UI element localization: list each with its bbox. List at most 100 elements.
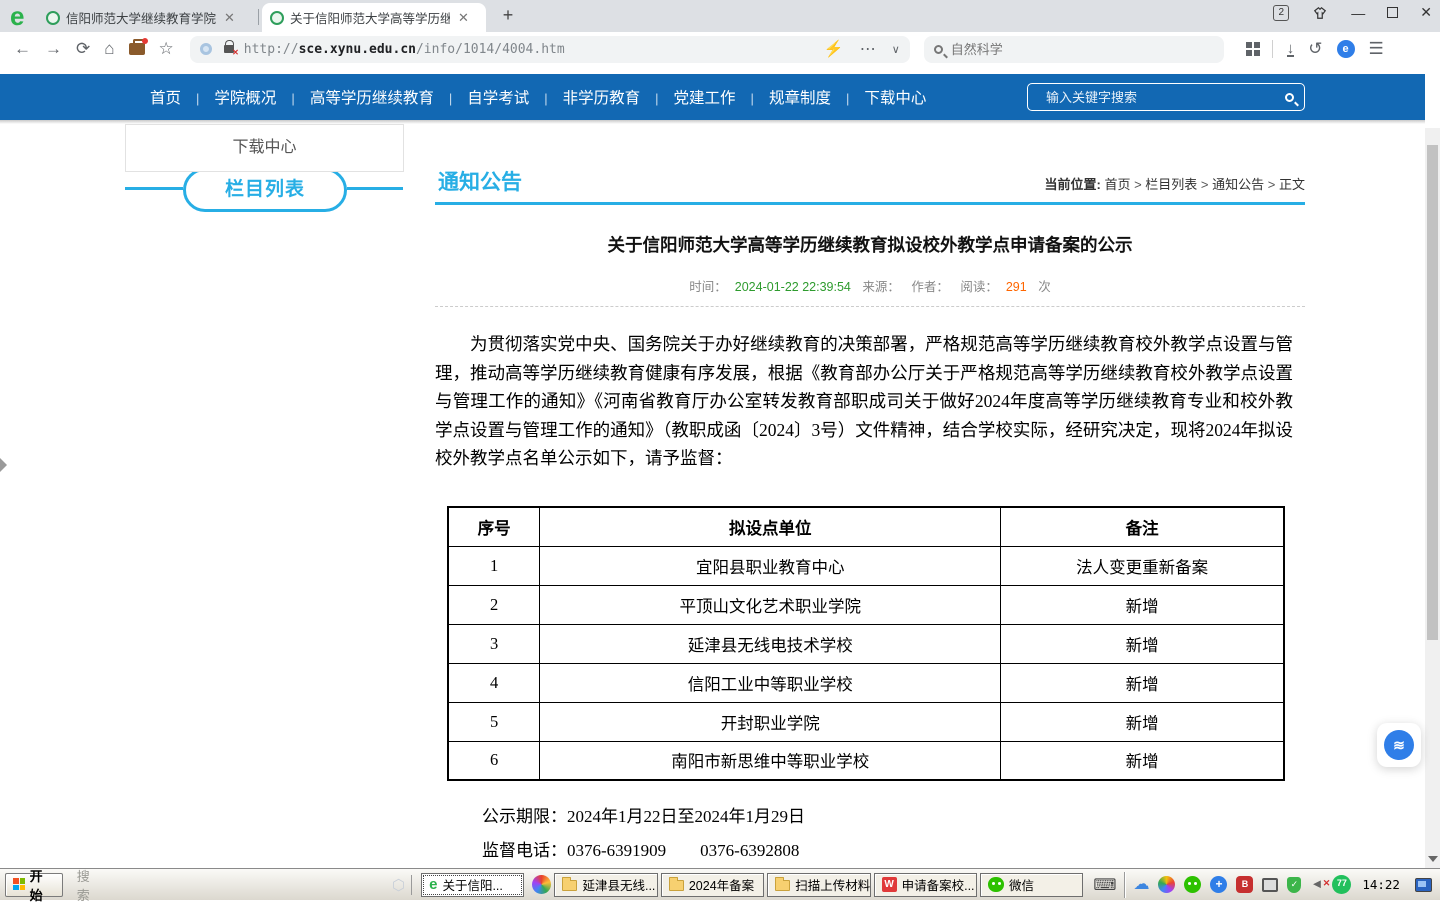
security-shield-tray-icon[interactable]: ✓ — [1287, 877, 1301, 893]
show-desktop-button[interactable] — [1415, 878, 1432, 892]
sidebar-menu-item[interactable]: 下载中心 — [125, 124, 404, 172]
scrollbar-down-arrow-icon[interactable] — [1428, 856, 1438, 862]
breadcrumb-item[interactable]: 首页 — [1104, 177, 1130, 192]
breadcrumb-item[interactable]: 栏目列表 — [1130, 177, 1197, 192]
site-search-icon[interactable] — [1285, 93, 1294, 102]
lightning-icon[interactable]: ⚡ — [824, 39, 844, 59]
meta-time: 2024-01-22 22:39:54 — [735, 280, 851, 294]
close-button[interactable]: ✕ — [1420, 4, 1432, 21]
reload-icon[interactable]: ⟳ — [76, 39, 90, 59]
browser-search-input[interactable] — [951, 42, 1171, 57]
start-button[interactable]: 开始 — [5, 873, 63, 897]
page-scrollbar[interactable] — [1425, 128, 1440, 868]
url-text[interactable]: http://sce.xynu.edu.cn/info/1014/4004.ht… — [244, 42, 565, 57]
section-underline — [435, 202, 1305, 205]
system-tray: ☁ + B ✓ ◄ 77 14:22 — [1124, 872, 1440, 898]
favorites-star-icon[interactable]: ☆ — [159, 39, 174, 59]
article-area: 通知公告 当前位置: 首页栏目列表通知公告正文 关于信阳师范大学高等学历继续教育… — [435, 124, 1305, 868]
start-label: 开始 — [30, 866, 55, 904]
task-folder-scan-upload[interactable]: 扫描上传材料 — [767, 873, 870, 897]
rainbow-app-icon[interactable] — [532, 875, 551, 894]
breadcrumb-item[interactable]: 通知公告 — [1197, 177, 1264, 192]
nav-menu-item[interactable]: 非学历教育 — [529, 86, 640, 108]
article-body: 为贯彻落实党中央、国务院关于办好继续教育的决策部署，严格规范高等学历继续教育校外… — [435, 330, 1293, 473]
wechat-tray-icon[interactable] — [1184, 876, 1201, 893]
task-wechat[interactable]: 微信 — [980, 873, 1083, 897]
nav-menu-item[interactable]: 首页 — [150, 86, 181, 108]
teaching-points-table: 序号 拟设点单位 备注 1 宜阳县职业教育中心 法人变更重新备案 2 平顶山文化… — [447, 506, 1285, 781]
browser-e-icon: e — [429, 876, 437, 893]
cloud-sync-tray-icon[interactable]: ☁ — [1133, 876, 1149, 893]
nav-menu-item[interactable]: 高等学历继续教育 — [276, 86, 433, 108]
task-wps-document[interactable]: W 申请备案校... — [874, 873, 977, 897]
nav-menu-item[interactable]: 规章制度 — [736, 86, 831, 108]
home-icon[interactable]: ⌂ — [104, 39, 114, 59]
tab-close-icon[interactable]: ✕ — [224, 10, 235, 26]
tab-title: 信阳师范大学继续教育学院 — [66, 8, 216, 27]
nav-menu-item[interactable]: 自学考试 — [434, 86, 529, 108]
table-row: 4 信阳工业中等职业学校 新增 — [448, 663, 1284, 702]
side-panel-handle-icon[interactable] — [0, 458, 7, 472]
taskbar-separator — [411, 875, 412, 895]
download-icon[interactable]: ↓ — [1287, 42, 1295, 57]
undo-history-icon[interactable]: ↺ — [1308, 39, 1322, 59]
col-序号: 序号 — [448, 507, 540, 546]
battery-indicator[interactable]: 77 — [1332, 875, 1351, 894]
scrollbar-thumb[interactable] — [1427, 145, 1438, 640]
new-tab-button[interactable]: + — [496, 5, 520, 26]
sidebar-decor-line — [347, 187, 403, 190]
browser-tab-active[interactable]: 关于信阳师范大学高等学历继续 ✕ — [262, 3, 486, 32]
browser-tab-inactive[interactable]: 信阳师范大学继续教育学院 ✕ — [38, 3, 260, 32]
tab-close-icon[interactable]: ✕ — [458, 10, 469, 26]
clock[interactable]: 14:22 — [1362, 877, 1400, 892]
table-row: 1 宜阳县职业教育中心 法人变更重新备案 — [448, 546, 1284, 585]
nav-menu-item[interactable]: 下载中心 — [831, 86, 926, 108]
back-icon[interactable]: ← — [14, 39, 31, 59]
search-icon — [934, 45, 943, 54]
table-row: 3 延津县无线电技术学校 新增 — [448, 624, 1284, 663]
chevron-down-icon[interactable]: ∨ — [892, 43, 900, 56]
insecure-lock-icon[interactable] — [224, 45, 234, 53]
col-备注: 备注 — [1001, 507, 1284, 546]
folder-icon — [669, 880, 684, 891]
site-search-box[interactable] — [1027, 83, 1305, 111]
site-search-input[interactable] — [1046, 90, 1266, 105]
forward-icon[interactable]: → — [45, 39, 62, 59]
pinwheel-tray-icon[interactable] — [1158, 876, 1175, 893]
nav-menu-item[interactable]: 党建工作 — [640, 86, 735, 108]
wps-word-icon: W — [882, 877, 897, 892]
task-browser-window[interactable]: e 关于信阳... — [421, 873, 524, 897]
table-row: 2 平顶山文化艺术职业学院 新增 — [448, 585, 1284, 624]
minimize-button[interactable]: — — [1351, 5, 1365, 21]
browser-tab-bar: e 信阳师范大学继续教育学院 ✕ 关于信阳师范大学高等学历继续 ✕ + 2 — … — [0, 0, 1440, 32]
network-tray-icon[interactable] — [1262, 878, 1278, 892]
apps-grid-icon[interactable] — [1246, 42, 1260, 56]
theme-skin-icon[interactable] — [1311, 5, 1329, 21]
floating-assistant-button[interactable]: ≋ — [1377, 723, 1421, 767]
volume-muted-icon[interactable]: ◄ — [1310, 876, 1323, 893]
browser-search-box[interactable] — [924, 36, 1224, 63]
tab-count-badge[interactable]: 2 — [1273, 5, 1289, 21]
hexagon-widget-icon[interactable]: ⬡ — [392, 876, 405, 894]
keyboard-layout-icon[interactable]: ⌨ — [1093, 875, 1116, 895]
more-dots-icon[interactable]: ⋯ — [860, 39, 876, 59]
menu-hamburger-icon[interactable]: ☰ — [1369, 39, 1384, 59]
restore-button[interactable] — [1387, 7, 1398, 18]
section-title: 通知公告 — [438, 166, 522, 196]
red-app-tray-icon[interactable]: B — [1236, 876, 1253, 893]
browser-assistant-icon[interactable]: e — [1337, 40, 1355, 58]
browser-logo-icon: e — [10, 2, 24, 30]
cloud-add-tray-icon[interactable]: + — [1210, 876, 1227, 893]
col-拟设点单位: 拟设点单位 — [540, 507, 1001, 546]
nav-menu-item[interactable]: 学院概况 — [181, 86, 276, 108]
page-content: 栏目列表 新闻资讯通知公告规章制度下载中心 通知公告 当前位置: 首页栏目列表通… — [0, 124, 1425, 868]
task-folder-yanjin[interactable]: 延津县无线... — [554, 873, 657, 897]
breadcrumb-item[interactable]: 正文 — [1264, 177, 1305, 192]
meta-divider — [435, 306, 1305, 307]
taskbar-search-label[interactable]: 搜索 — [77, 866, 102, 904]
task-folder-2024beian[interactable]: 2024年备案 — [661, 873, 764, 897]
reader-mode-icon[interactable] — [200, 43, 212, 55]
login-keeper-icon[interactable] — [129, 43, 145, 55]
address-bar[interactable]: http://sce.xynu.edu.cn/info/1014/4004.ht… — [190, 36, 910, 63]
meta-views: 291 — [1006, 280, 1027, 294]
